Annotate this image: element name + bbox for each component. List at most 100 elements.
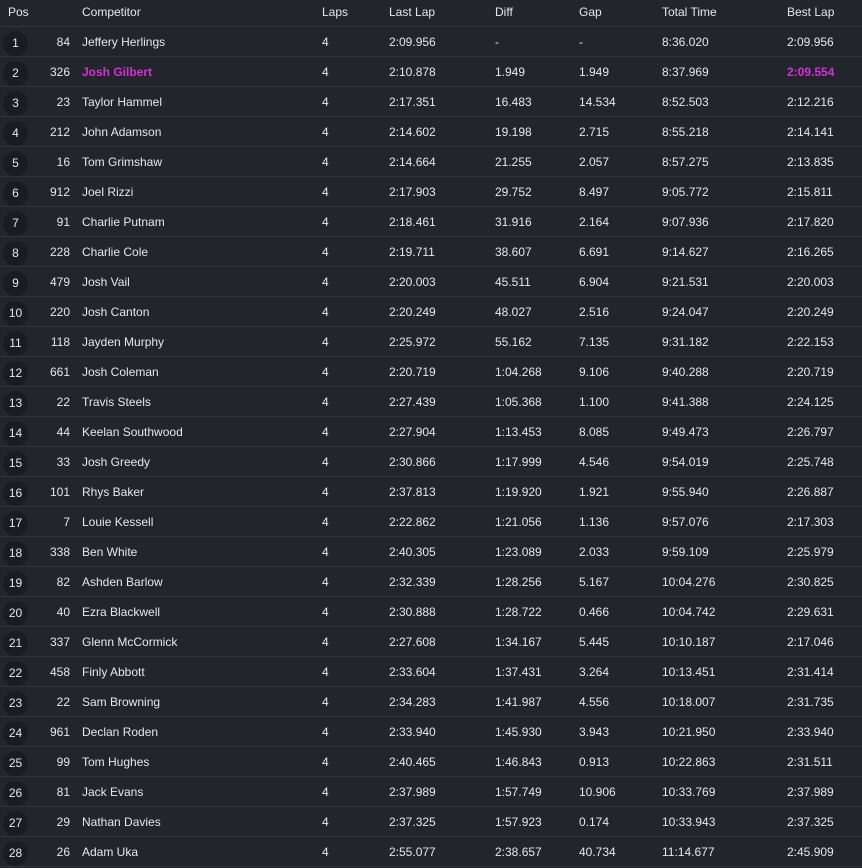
position-badge: 11: [3, 331, 28, 356]
diff-value: 1:28.722: [495, 605, 542, 619]
best-lap-value: 2:31.511: [787, 755, 833, 769]
diff-value: 19.198: [495, 125, 532, 139]
column-header-laps[interactable]: Laps: [322, 0, 348, 24]
column-header-total-time[interactable]: Total Time: [662, 0, 717, 24]
diff-value: 1:34.167: [495, 635, 542, 649]
table-row[interactable]: 2 326 Josh Gilbert 4 2:10.878 1.949 1.949 8:37.…: [0, 57, 862, 87]
table-row[interactable]: 1 84 Jeffery Herlings 4 2:09.956 - - 8:36.020 2:…: [0, 27, 862, 57]
column-header-pos[interactable]: Pos: [8, 0, 29, 24]
last-lap-value: 2:10.878: [389, 65, 436, 79]
table-row[interactable]: 22 458 Finly Abbott 4 2:33.604 1:37.431 3.264 1…: [0, 657, 862, 687]
position-badge: 16: [3, 481, 28, 506]
table-row[interactable]: 16 101 Rhys Baker 4 2:37.813 1:19.920 1.921 9:5…: [0, 477, 862, 507]
table-row[interactable]: 3 23 Taylor Hammel 4 2:17.351 16.483 14.534 8:5…: [0, 87, 862, 117]
table-row[interactable]: 7 91 Charlie Putnam 4 2:18.461 31.916 2.164 9:0…: [0, 207, 862, 237]
competitor-name: Josh Gilbert: [82, 65, 153, 79]
table-row[interactable]: 4 212 John Adamson 4 2:14.602 19.198 2.715 8:55…: [0, 117, 862, 147]
gap-value: 3.264: [579, 665, 610, 679]
last-lap-value: 2:40.465: [389, 755, 436, 769]
last-lap-value: 2:20.003: [389, 275, 436, 289]
rider-number: 338: [49, 545, 70, 559]
table-row[interactable]: 10 220 Josh Canton 4 2:20.249 48.027 2.516 9:24…: [0, 297, 862, 327]
column-header-competitor[interactable]: Competitor: [82, 0, 141, 24]
diff-value: 45.511: [495, 275, 531, 289]
rider-number: 101: [49, 485, 70, 499]
rider-number: 22: [56, 695, 70, 709]
best-lap-value: 2:22.153: [787, 335, 834, 349]
table-row[interactable]: 12 661 Josh Coleman 4 2:20.719 1:04.268 9.106 9…: [0, 357, 862, 387]
table-row[interactable]: 6 912 Joel Rizzi 4 2:17.903 29.752 8.497 9:05.7…: [0, 177, 862, 207]
competitor-name: Declan Roden: [82, 725, 159, 739]
best-lap-value: 2:12.216: [787, 95, 834, 109]
total-time-value: 9:40.288: [662, 365, 709, 379]
table-row[interactable]: 26 81 Jack Evans 4 2:37.989 1:57.749 10.906 10:…: [0, 777, 862, 807]
table-row[interactable]: 9 479 Josh Vail 4 2:20.003 45.511 6.904 9:21.53…: [0, 267, 862, 297]
column-header-diff[interactable]: Diff: [495, 0, 513, 24]
diff-value: 1:23.089: [495, 545, 542, 559]
competitor-name: Adam Uka: [82, 845, 139, 859]
last-lap-value: 2:30.888: [389, 605, 436, 619]
best-lap-value: 2:33.940: [787, 725, 834, 739]
laps-value: 4: [322, 515, 329, 529]
gap-value: 1.136: [579, 515, 610, 529]
table-row[interactable]: 17 7 Louie Kessell 4 2:22.862 1:21.056 1.136 9:…: [0, 507, 862, 537]
column-header-gap[interactable]: Gap: [579, 0, 602, 24]
position-badge: 24: [3, 721, 28, 746]
total-time-value: 9:55.940: [662, 485, 709, 499]
best-lap-value: 2:29.631: [787, 605, 834, 619]
total-time-value: 10:04.276: [662, 575, 716, 589]
last-lap-value: 2:22.862: [389, 515, 436, 529]
laps-value: 4: [322, 335, 329, 349]
diff-value: 1:05.368: [495, 395, 542, 409]
column-header-best-lap[interactable]: Best Lap: [787, 0, 834, 24]
gap-value: 8.085: [579, 425, 610, 439]
total-time-value: 10:18.007: [662, 695, 716, 709]
gap-value: 0.913: [579, 755, 610, 769]
position-badge: 6: [3, 181, 28, 206]
gap-value: 2.033: [579, 545, 610, 559]
last-lap-value: 2:18.461: [389, 215, 436, 229]
table-row[interactable]: 11 118 Jayden Murphy 4 2:25.972 55.162 7.135 9:…: [0, 327, 862, 357]
table-row[interactable]: 27 29 Nathan Davies 4 2:37.325 1:57.923 0.174 1…: [0, 807, 862, 837]
position-badge: 17: [3, 511, 28, 536]
position-badge: 10: [3, 301, 28, 326]
competitor-name: Louie Kessell: [82, 515, 154, 529]
best-lap-value: 2:17.303: [787, 515, 834, 529]
best-lap-value: 2:31.735: [787, 695, 834, 709]
table-row[interactable]: 15 33 Josh Greedy 4 2:30.866 1:17.999 4.546 9:5…: [0, 447, 862, 477]
competitor-name: Glenn McCormick: [82, 635, 178, 649]
diff-value: 1:37.431: [495, 665, 542, 679]
diff-value: 2:38.657: [495, 845, 542, 859]
gap-value: 2.715: [579, 125, 610, 139]
table-row[interactable]: 14 44 Keelan Southwood 4 2:27.904 1:13.453 8.0…: [0, 417, 862, 447]
table-row[interactable]: 18 338 Ben White 4 2:40.305 1:23.089 2.033 9:59…: [0, 537, 862, 567]
table-row[interactable]: 20 40 Ezra Blackwell 4 2:30.888 1:28.722 0.466…: [0, 597, 862, 627]
last-lap-value: 2:37.989: [389, 785, 436, 799]
column-header-last-lap[interactable]: Last Lap: [389, 0, 435, 24]
last-lap-value: 2:27.439: [389, 395, 436, 409]
diff-value: 1:57.923: [495, 815, 542, 829]
table-row[interactable]: 21 337 Glenn McCormick 4 2:27.608 1:34.167 5.4…: [0, 627, 862, 657]
competitor-name: Rhys Baker: [82, 485, 145, 499]
table-row[interactable]: 13 22 Travis Steels 4 2:27.439 1:05.368 1.100 9…: [0, 387, 862, 417]
best-lap-value: 2:17.820: [787, 215, 834, 229]
competitor-name: Ashden Barlow: [82, 575, 163, 589]
table-row[interactable]: 5 16 Tom Grimshaw 4 2:14.664 21.255 2.057 8:57.…: [0, 147, 862, 177]
last-lap-value: 2:40.305: [389, 545, 436, 559]
laps-value: 4: [322, 65, 329, 79]
table-row[interactable]: 24 961 Declan Roden 4 2:33.940 1:45.930 3.943 1…: [0, 717, 862, 747]
competitor-name: Jack Evans: [82, 785, 144, 799]
table-row[interactable]: 23 22 Sam Browning 4 2:34.283 1:41.987 4.556 10…: [0, 687, 862, 717]
table-row[interactable]: 8 228 Charlie Cole 4 2:19.711 38.607 6.691 9:14…: [0, 237, 862, 267]
table-row[interactable]: 25 99 Tom Hughes 4 2:40.465 1:46.843 0.913 10:2…: [0, 747, 862, 777]
total-time-value: 9:54.019: [662, 455, 709, 469]
total-time-value: 10:33.769: [662, 785, 716, 799]
position-badge: 19: [3, 571, 28, 596]
last-lap-value: 2:09.956: [389, 35, 436, 49]
laps-value: 4: [322, 275, 329, 289]
position-badge: 9: [3, 271, 28, 296]
table-row[interactable]: 28 26 Adam Uka 4 2:55.077 2:38.657 40.734 11:14…: [0, 837, 862, 867]
rider-number: 22: [56, 395, 70, 409]
best-lap-value: 2:24.125: [787, 395, 834, 409]
table-row[interactable]: 19 82 Ashden Barlow 4 2:32.339 1:28.256 5.167 1…: [0, 567, 862, 597]
